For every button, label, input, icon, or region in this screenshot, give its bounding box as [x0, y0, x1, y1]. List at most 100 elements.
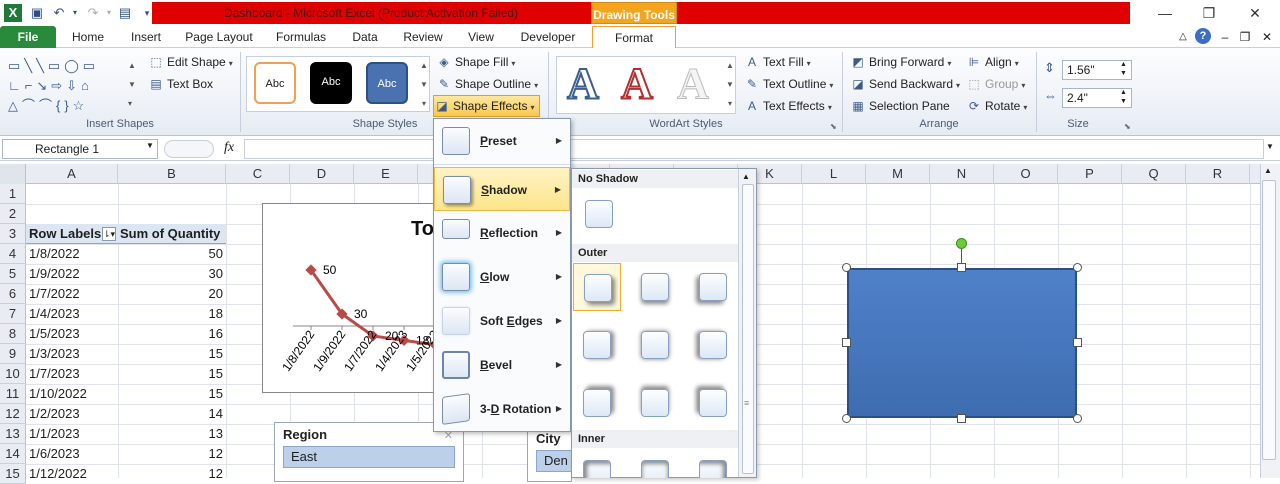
text-box-button[interactable]: ▤ Text Box: [148, 74, 213, 94]
minimize-ribbon-icon[interactable]: △: [1176, 26, 1190, 48]
pivot-chart[interactable]: To 50 30 20 18 1/8/2022 1/9/2022 1/7/2022 1/4/2…: [262, 203, 442, 393]
pivot-row-value[interactable]: 13: [118, 424, 226, 444]
pivot-row-label[interactable]: 1/5/2023: [29, 324, 117, 344]
shadow-option-outer[interactable]: [689, 379, 737, 427]
pivot-row-label[interactable]: 1/8/2022: [29, 244, 117, 264]
shadow-option-inner[interactable]: [631, 450, 679, 478]
select-all-corner[interactable]: [0, 164, 26, 184]
column-header[interactable]: N: [930, 164, 994, 184]
name-box-dropdown-icon[interactable]: ▼: [146, 141, 154, 150]
form-icon[interactable]: ▤: [116, 4, 134, 22]
resize-handle[interactable]: [1073, 263, 1082, 272]
formula-input[interactable]: [244, 139, 1264, 159]
workbook-close-icon[interactable]: ✕: [1260, 26, 1274, 48]
pivot-row-value[interactable]: 12: [118, 464, 226, 484]
expand-formula-bar-icon[interactable]: ▼: [1266, 142, 1274, 151]
pivot-row-value[interactable]: 15: [118, 344, 226, 364]
wordart-style-blue-outline[interactable]: A: [558, 58, 608, 110]
shapes-gallery-scroll[interactable]: ▲ ▼ ▾: [128, 56, 140, 114]
shapes-gallery[interactable]: ▭╲╲▭◯▭ ∟⌐↘⇨⇩⌂ △⌒⌒{}☆: [8, 56, 136, 116]
align-button[interactable]: ⊫ Align ▾: [966, 52, 1019, 72]
style-thumbnail-blue[interactable]: Abc: [366, 62, 408, 104]
minimize-icon[interactable]: —: [1152, 4, 1178, 22]
pivot-row-value[interactable]: 14: [118, 404, 226, 424]
tab-developer[interactable]: Developer: [514, 26, 582, 48]
tab-home[interactable]: Home: [64, 26, 112, 48]
resize-handle[interactable]: [957, 263, 966, 272]
wordart-style-white[interactable]: A: [668, 58, 718, 110]
wordart-styles-scroll[interactable]: ▲ ▼ ▾: [724, 56, 736, 114]
pivot-row-labels-header[interactable]: Row Labels: [29, 224, 101, 244]
tab-page-layout[interactable]: Page Layout: [180, 26, 258, 48]
width-spinner[interactable]: ▲ ▼: [1120, 88, 1127, 106]
wordart-dialog-launcher-icon[interactable]: ⬊: [830, 122, 837, 131]
resize-handle[interactable]: [842, 338, 851, 347]
bring-forward-button[interactable]: ◩ Bring Forward ▾: [850, 52, 951, 72]
rotate-button[interactable]: ⟳ Rotate ▾: [966, 96, 1027, 116]
resize-handle[interactable]: [1073, 338, 1082, 347]
column-header[interactable]: A: [26, 164, 118, 184]
text-effects-button[interactable]: A Text Effects ▾: [744, 96, 832, 116]
shadow-option-outer[interactable]: [631, 263, 679, 311]
undo-dropdown-icon[interactable]: ▾: [66, 4, 84, 22]
column-header[interactable]: E: [354, 164, 418, 184]
shadow-option-outer[interactable]: [573, 321, 621, 369]
menu-item-bevel[interactable]: Bevel ▶: [434, 343, 570, 387]
row-header[interactable]: 10: [0, 364, 26, 384]
pivot-row-label[interactable]: 1/3/2023: [29, 344, 117, 364]
gallery-scroll-thumb[interactable]: [742, 184, 754, 474]
row-header[interactable]: 15: [0, 464, 26, 484]
menu-item-soft-edges[interactable]: Soft Edges ▶: [434, 299, 570, 343]
group-button[interactable]: ⬚ Group ▾: [966, 74, 1025, 94]
height-spinner[interactable]: ▲ ▼: [1120, 60, 1127, 78]
pivot-row-label[interactable]: 1/4/2023: [29, 304, 117, 324]
pivot-row-label[interactable]: 1/6/2023: [29, 444, 117, 464]
formula-bar-resize-handle[interactable]: [164, 140, 214, 158]
column-header[interactable]: D: [290, 164, 354, 184]
row-header[interactable]: 2: [0, 204, 26, 224]
row-header[interactable]: 7: [0, 304, 26, 324]
wordart-style-red-outline[interactable]: A: [612, 58, 662, 110]
resize-handle[interactable]: [957, 414, 966, 423]
column-header[interactable]: C: [226, 164, 290, 184]
pivot-row-value[interactable]: 20: [118, 284, 226, 304]
pivot-row-value[interactable]: 18: [118, 304, 226, 324]
row-header[interactable]: 14: [0, 444, 26, 464]
style-thumbnail-black[interactable]: Abc: [310, 62, 352, 104]
gallery-scroll-up-icon[interactable]: ▲: [742, 172, 750, 181]
column-header[interactable]: B: [118, 164, 226, 184]
text-fill-button[interactable]: A Text Fill ▾: [744, 52, 811, 72]
shadow-option-outer[interactable]: [631, 379, 679, 427]
column-header[interactable]: M: [866, 164, 930, 184]
text-outline-button[interactable]: ✎ Text Outline ▾: [744, 74, 833, 94]
workbook-minimize-icon[interactable]: –: [1218, 26, 1232, 48]
rectangle-shape[interactable]: [847, 268, 1077, 418]
pivot-row-label[interactable]: 1/10/2022: [29, 384, 117, 404]
menu-item-glow[interactable]: Glow ▶: [434, 255, 570, 299]
pivot-row-label[interactable]: 1/12/2022: [29, 464, 117, 484]
row-header[interactable]: 5: [0, 264, 26, 284]
tab-view[interactable]: View: [460, 26, 502, 48]
resize-handle[interactable]: [842, 263, 851, 272]
pivot-row-value[interactable]: 30: [118, 264, 226, 284]
send-backward-button[interactable]: ◪ Send Backward ▾: [850, 74, 960, 94]
shadow-option-outer[interactable]: [689, 263, 737, 311]
row-header[interactable]: 6: [0, 284, 26, 304]
shape-outline-button[interactable]: ✎ Shape Outline ▾: [436, 74, 538, 94]
shadow-option-outer[interactable]: [631, 321, 679, 369]
restore-icon[interactable]: ❐: [1196, 4, 1222, 22]
menu-item-preset[interactable]: Preset ▶: [434, 119, 570, 163]
pivot-row-label[interactable]: 1/7/2023: [29, 364, 117, 384]
row-header[interactable]: 9: [0, 344, 26, 364]
workbook-restore-icon[interactable]: ❐: [1238, 26, 1252, 48]
help-icon[interactable]: ?: [1195, 28, 1211, 44]
scrollbar-thumb[interactable]: [1262, 180, 1276, 460]
shadow-option-inner[interactable]: [689, 450, 737, 478]
size-dialog-launcher-icon[interactable]: ⬊: [1124, 122, 1131, 131]
shape-fill-button[interactable]: ◈ Shape Fill ▾: [436, 52, 515, 72]
column-header[interactable]: R: [1186, 164, 1250, 184]
row-header[interactable]: 1: [0, 184, 26, 204]
pivot-row-value[interactable]: 16: [118, 324, 226, 344]
shadow-option-outer[interactable]: [573, 263, 621, 311]
pivot-row-value[interactable]: 12: [118, 444, 226, 464]
